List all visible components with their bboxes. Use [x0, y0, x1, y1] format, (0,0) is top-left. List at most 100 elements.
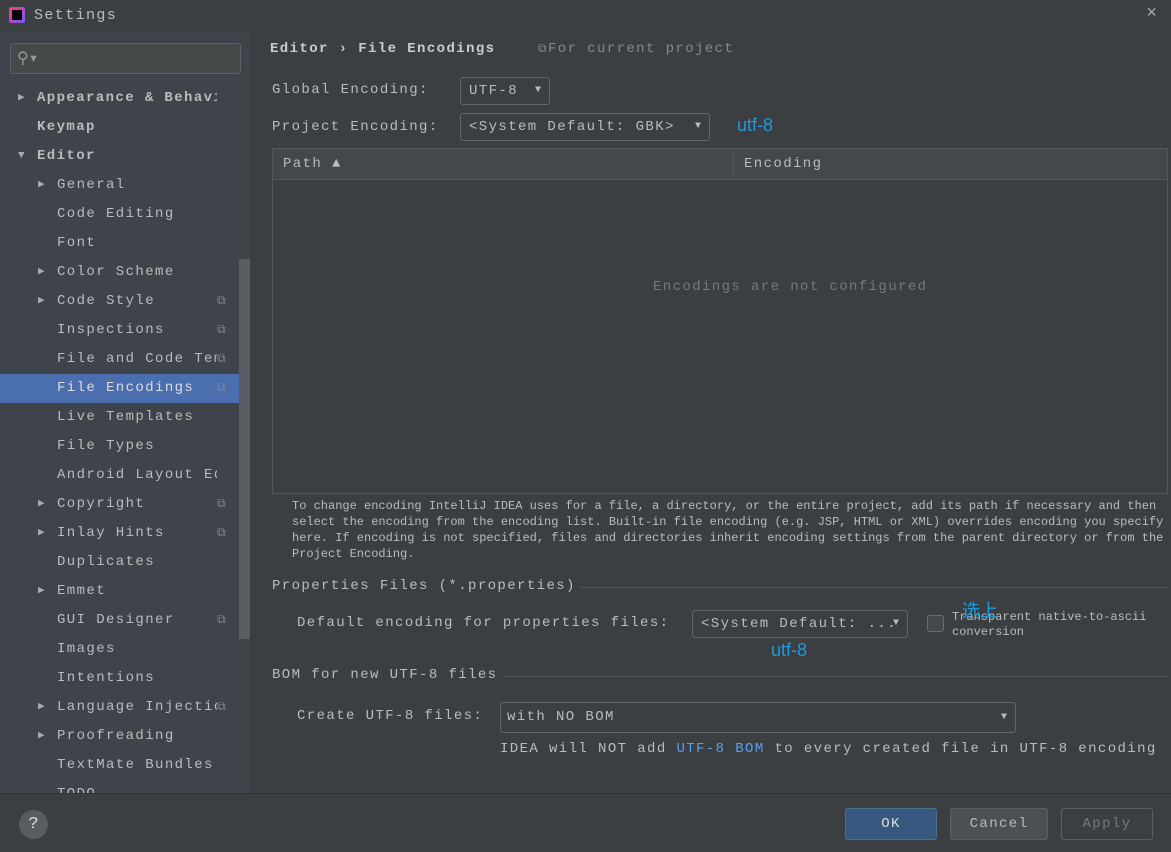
chevron-right-icon[interactable]: ▶: [38, 693, 45, 722]
project-scope-icon: ⧉: [217, 323, 226, 337]
sidebar-item-label: General: [57, 177, 126, 193]
properties-encoding-label: Default encoding for properties files:: [297, 615, 670, 631]
project-scope-icon: ⧉: [217, 613, 226, 627]
sidebar-item-label: TextMate Bundles: [57, 757, 214, 773]
project-scope-icon: ⧉: [217, 497, 226, 511]
breadcrumb-sep: ›: [338, 41, 349, 57]
sidebar-item-label: Copyright: [57, 496, 146, 512]
divider: [503, 676, 1168, 677]
bom-section-title: BOM for new UTF-8 files: [272, 667, 498, 683]
properties-section-title: Properties Files (*.properties): [272, 578, 576, 594]
transparent-checkbox[interactable]: [927, 615, 944, 632]
sidebar-item-file-encodings[interactable]: File Encodings ⧉: [0, 374, 250, 403]
encodings-table[interactable]: Path ▲ Encoding Encodings are not config…: [272, 148, 1168, 494]
cancel-button[interactable]: Cancel: [950, 808, 1048, 840]
sidebar-item-label: Appearance & Behavior: [37, 90, 217, 106]
sidebar-item-label: Inspections: [57, 322, 165, 338]
project-scope-icon: ⧉: [217, 700, 226, 714]
sidebar-item-inlay-hints[interactable]: ▶ Inlay Hints ⧉: [0, 519, 238, 548]
sidebar-scrollbar[interactable]: [239, 259, 250, 639]
sidebar-item-android-layout-editor[interactable]: Android Layout Editor: [0, 461, 238, 490]
sidebar-item-images[interactable]: Images: [0, 635, 238, 664]
sidebar-item-duplicates[interactable]: Duplicates: [0, 548, 238, 577]
sidebar-item-live-templates[interactable]: Live Templates: [0, 403, 238, 432]
sidebar-item-label: Duplicates: [57, 554, 156, 570]
search-input[interactable]: ⚲▾: [10, 43, 241, 74]
sidebar-item-label: Android Layout Editor: [57, 467, 217, 483]
breadcrumb: Editor › File Encodings: [270, 41, 495, 57]
sidebar-item-label: Intentions: [57, 670, 156, 686]
properties-encoding-select[interactable]: <System Default: ... ▼: [692, 610, 908, 638]
utf8-bom-link[interactable]: UTF-8 BOM: [676, 741, 764, 757]
sidebar-item-todo[interactable]: TODO: [0, 780, 238, 793]
bom-select[interactable]: with NO BOM ▼: [500, 702, 1016, 733]
annotation-utf8: utf-8: [737, 115, 774, 135]
project-encoding-select[interactable]: <System Default: GBK> ▼: [460, 113, 710, 141]
sidebar-item-intentions[interactable]: Intentions: [0, 664, 238, 693]
sidebar-item-font[interactable]: Font: [0, 229, 238, 258]
divider: [580, 587, 1168, 588]
title-bar: Settings ×: [0, 0, 1171, 32]
sidebar-item-label: Color Scheme: [57, 264, 175, 280]
sidebar-item-label: Code Editing: [57, 206, 175, 222]
sidebar-item-gui-designer[interactable]: GUI Designer ⧉: [0, 606, 238, 635]
sidebar-item-appearance-behavior[interactable]: ▶ Appearance & Behavior: [0, 84, 238, 113]
sidebar-item-file-and-code-templates[interactable]: File and Code Templates⧉: [0, 345, 238, 374]
global-encoding-select[interactable]: UTF-8 ▼: [460, 77, 550, 105]
sidebar-item-code-style[interactable]: ▶ Code Style ⧉: [0, 287, 238, 316]
sidebar-item-label: File Types: [57, 438, 156, 454]
intellij-logo-icon: [9, 7, 25, 23]
chevron-right-icon[interactable]: ▶: [38, 722, 45, 751]
help-button[interactable]: ?: [19, 810, 48, 839]
column-encoding[interactable]: Encoding: [744, 156, 822, 172]
bom-note-text: IDEA will NOT add: [500, 741, 677, 757]
sidebar-item-color-scheme[interactable]: ▶ Color Scheme: [0, 258, 238, 287]
file-encodings-panel: Editor › File Encodings ⧉For current pro…: [250, 32, 1171, 793]
sidebar-item-file-types[interactable]: File Types: [0, 432, 238, 461]
close-icon[interactable]: ×: [1146, 4, 1157, 24]
sidebar-item-language-injections[interactable]: ▶ Language Injections⧉: [0, 693, 238, 722]
sidebar-item-inspections[interactable]: Inspections ⧉: [0, 316, 238, 345]
chevron-down-icon: ▼: [534, 85, 541, 96]
table-header: Path ▲ Encoding: [273, 149, 1167, 180]
sidebar-item-label: File Encodings: [57, 380, 195, 396]
breadcrumb-current: File Encodings: [358, 41, 496, 57]
sidebar-item-label: Live Templates: [57, 409, 195, 425]
chevron-right-icon[interactable]: ▶: [38, 519, 45, 548]
project-scope-icon: ⧉: [217, 294, 226, 308]
scope-text: For current project: [547, 41, 735, 57]
sidebar-item-keymap[interactable]: Keymap: [0, 113, 238, 142]
chevron-right-icon[interactable]: ▶: [38, 577, 45, 606]
chevron-right-icon[interactable]: ▶: [18, 84, 25, 113]
sidebar-item-label: Proofreading: [57, 728, 175, 744]
chevron-right-icon[interactable]: ▶: [38, 171, 45, 200]
window-title: Settings: [34, 7, 118, 24]
project-scope-icon: ⧉: [538, 42, 548, 56]
sidebar-item-textmate-bundles[interactable]: TextMate Bundles: [0, 751, 238, 780]
sidebar-item-label: Editor: [37, 148, 96, 164]
sidebar-item-copyright[interactable]: ▶ Copyright ⧉: [0, 490, 238, 519]
sidebar-item-code-editing[interactable]: Code Editing: [0, 200, 238, 229]
project-encoding-label: Project Encoding:: [272, 119, 439, 135]
sidebar-item-emmet[interactable]: ▶ Emmet: [0, 577, 238, 606]
sidebar-item-proofreading[interactable]: ▶ Proofreading: [0, 722, 238, 751]
breadcrumb-parent[interactable]: Editor: [270, 41, 329, 57]
global-encoding-value: UTF-8: [469, 83, 519, 99]
global-encoding-label: Global Encoding:: [272, 82, 429, 98]
project-scope-icon: ⧉: [217, 352, 226, 366]
sidebar-item-general[interactable]: ▶ General: [0, 171, 238, 200]
chevron-right-icon[interactable]: ▶: [38, 490, 45, 519]
chevron-down-icon: ▼: [1000, 712, 1007, 723]
apply-button[interactable]: Apply: [1061, 808, 1153, 840]
column-path[interactable]: Path ▲: [283, 156, 342, 172]
properties-encoding-value: <System Default: ...: [701, 616, 898, 632]
sidebar-item-editor[interactable]: ▼ Editor: [0, 142, 238, 171]
annotation-check: 选上: [962, 601, 998, 621]
chevron-down-icon: ▼: [694, 121, 701, 132]
project-scope-icon: ⧉: [217, 381, 226, 395]
sidebar-item-label: Language Injections: [57, 699, 217, 715]
ok-button[interactable]: OK: [845, 808, 937, 840]
chevron-down-icon[interactable]: ▼: [18, 142, 25, 171]
chevron-right-icon[interactable]: ▶: [38, 287, 45, 316]
chevron-right-icon[interactable]: ▶: [38, 258, 45, 287]
